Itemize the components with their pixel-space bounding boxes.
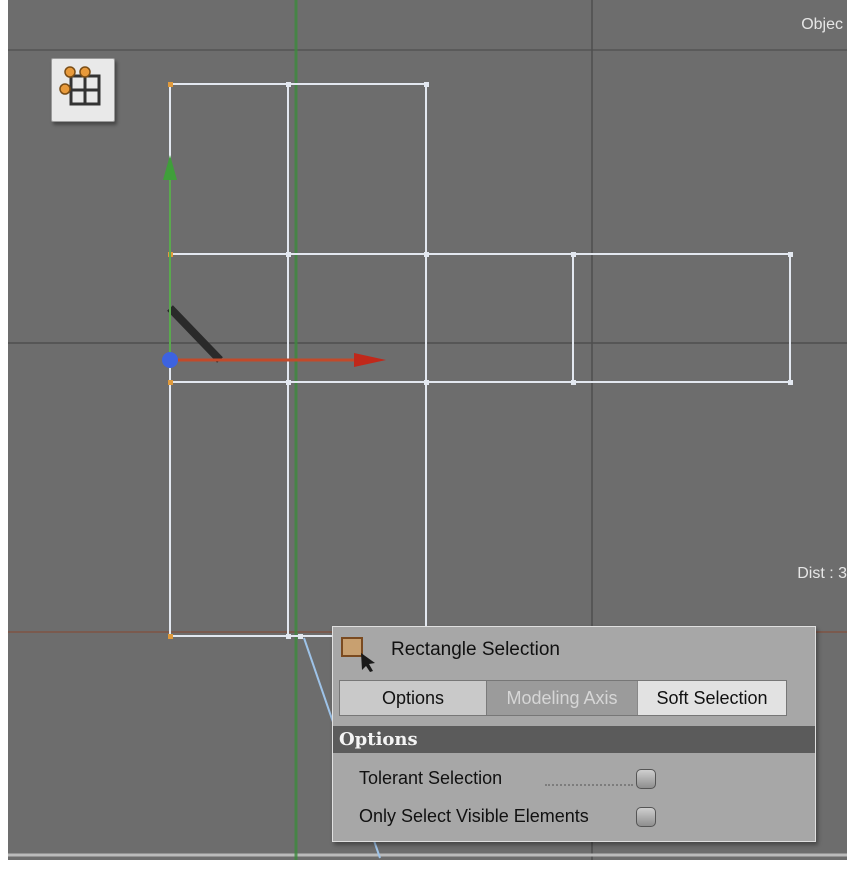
view-label: Objec	[801, 16, 843, 33]
tab-soft-selection[interactable]: Soft Selection	[637, 681, 786, 715]
z-axis	[167, 305, 223, 363]
axis-gizmo	[162, 155, 386, 368]
tab-options[interactable]: Options	[340, 681, 487, 715]
panel-title: Rectangle Selection	[391, 639, 560, 660]
tolerant-selection-label: Tolerant Selection	[359, 768, 503, 788]
rectangle-selection-panel: Rectangle Selection Options Modeling Axi…	[332, 626, 816, 842]
view-mode-icon[interactable]	[51, 58, 115, 122]
panel-header: Rectangle Selection	[333, 627, 815, 675]
options-section-header[interactable]: Options	[333, 726, 815, 753]
only-select-visible-checkbox[interactable]	[636, 807, 656, 827]
leader-dots	[545, 774, 633, 786]
tolerant-selection-checkbox[interactable]	[636, 769, 656, 789]
only-select-visible-label: Only Select Visible Elements	[359, 806, 589, 826]
rectangle-selection-icon	[341, 637, 375, 672]
y-axis-arrow	[163, 155, 177, 180]
x-axis-arrow	[354, 353, 386, 367]
tab-modeling-axis[interactable]: Modeling Axis	[487, 681, 637, 715]
origin-handle	[162, 352, 178, 368]
panel-tabs: Options Modeling Axis Soft Selection	[339, 680, 787, 716]
distance-readout: Dist : 3	[797, 565, 847, 582]
